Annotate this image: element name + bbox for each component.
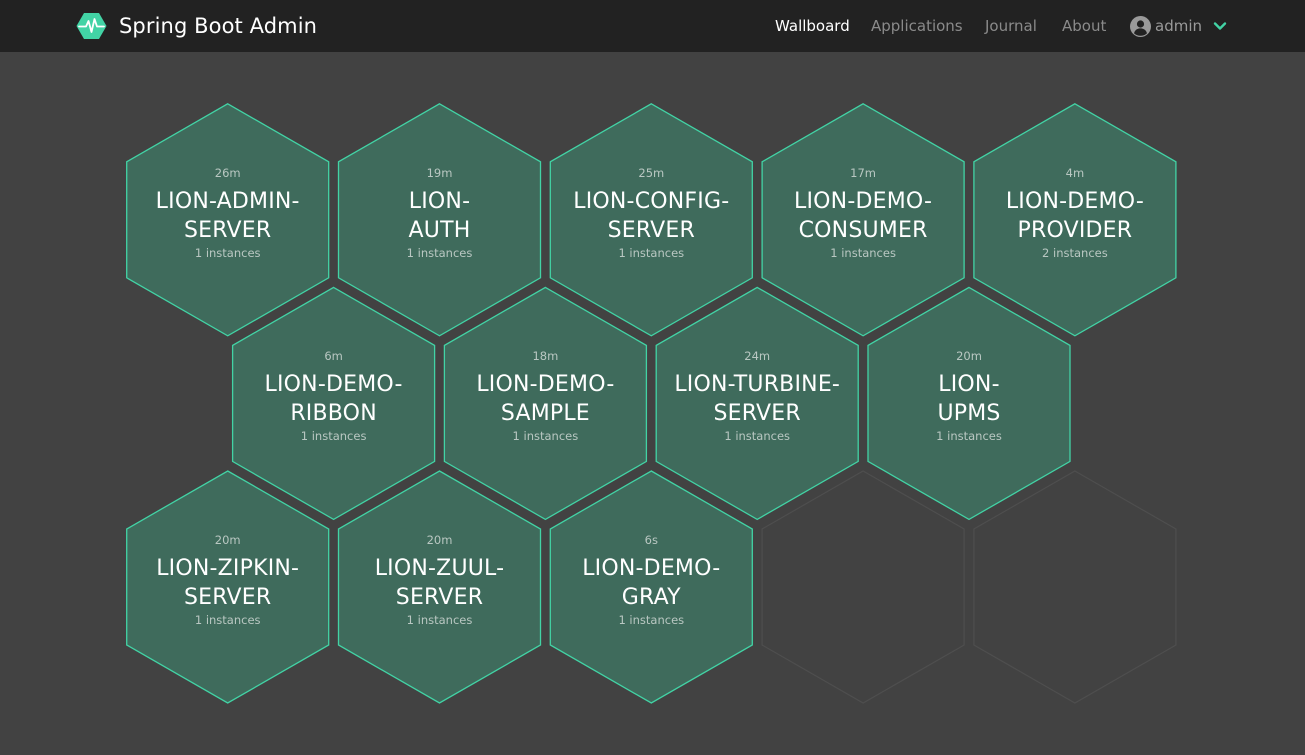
app-uptime: 20m: [426, 533, 453, 547]
app-instance-count: 1 instances: [618, 613, 685, 627]
hex-grid: [126, 103, 1177, 704]
user-circle-icon: [1130, 15, 1151, 37]
app-instance-count: 1 instances: [406, 245, 473, 260]
application-tile[interactable]: 20m LION-ZIPKIN- SERVER 1 instances: [128, 533, 328, 627]
app-uptime: 6m: [324, 349, 343, 364]
application-tile[interactable]: 6s LION-DEMO- GRAY 1 instances: [551, 533, 751, 627]
app-name: LION-TURBINE- SERVER: [674, 372, 841, 427]
application-tile[interactable]: 24m LION-TURBINE- SERVER 1 instances: [657, 349, 857, 443]
app-name: LION- UPMS: [937, 372, 1001, 427]
app-uptime: 25m: [638, 165, 665, 180]
app-name: LION-DEMO- GRAY: [582, 556, 721, 610]
brand-title: Spring Boot Admin: [119, 14, 318, 38]
app-instance-count: 1 instances: [194, 613, 261, 627]
brand-link[interactable]: Spring Boot Admin: [76, 11, 317, 41]
app-uptime: 17m: [850, 165, 877, 180]
nav-applications[interactable]: Applications: [871, 16, 963, 36]
application-tile[interactable]: 18m LION-DEMO- SAMPLE 1 instances: [445, 349, 645, 443]
chevron-down-icon: [1213, 22, 1227, 30]
app-uptime: 6s: [644, 533, 658, 547]
app-uptime: 18m: [532, 349, 559, 364]
app-instance-count: 1 instances: [194, 245, 261, 260]
application-tile[interactable]: 20m LION- UPMS 1 instances: [869, 349, 1069, 443]
nav-about[interactable]: About: [1062, 16, 1106, 36]
app-instance-count: 1 instances: [724, 429, 791, 444]
application-tile[interactable]: 26m LION-ADMIN- SERVER 1 instances: [128, 166, 328, 260]
app-uptime: 20m: [214, 533, 241, 547]
app-instance-count: 1 instances: [830, 245, 896, 260]
app-uptime: 19m: [426, 165, 453, 180]
app-uptime: 4m: [1065, 165, 1085, 180]
app-name: LION-ADMIN- SERVER: [155, 188, 300, 243]
app-name: LION-ZIPKIN- SERVER: [156, 556, 300, 610]
nav-wallboard[interactable]: Wallboard: [775, 16, 850, 36]
app-name: LION-DEMO- RIBBON: [264, 372, 403, 427]
top-navbar: Spring Boot Admin Wallboard Applications…: [0, 0, 1305, 52]
app-name: LION-ZUUL- SERVER: [374, 556, 505, 610]
user-menu[interactable]: admin: [1130, 14, 1227, 38]
wallboard: 26m LION-ADMIN- SERVER 1 instances 19m LION-…: [0, 52, 1305, 755]
app-name: LION-CONFIG- SERVER: [573, 188, 730, 243]
application-tile[interactable]: 19m LION- AUTH 1 instances: [340, 166, 540, 260]
app-uptime: 24m: [744, 349, 771, 364]
heartbeat-hexagon-icon: [76, 13, 107, 39]
app-instance-count: 1 instances: [936, 429, 1002, 444]
app-name: LION- AUTH: [408, 188, 471, 243]
nav-journal[interactable]: Journal: [985, 16, 1037, 36]
app-instance-count: 1 instances: [618, 245, 685, 260]
app-instance-count: 1 instances: [300, 429, 367, 444]
app-instance-count: 1 instances: [512, 429, 579, 444]
application-tile[interactable]: 20m LION-ZUUL- SERVER 1 instances: [340, 533, 540, 627]
empty-hex-placeholder: [973, 470, 1177, 704]
application-tile[interactable]: 25m LION-CONFIG- SERVER 1 instances: [551, 166, 751, 260]
user-name: admin: [1155, 17, 1202, 35]
application-tile[interactable]: 17m LION-DEMO- CONSUMER 1 instances: [763, 166, 963, 260]
app-uptime: 20m: [956, 349, 982, 364]
application-tile[interactable]: 6m LION-DEMO- RIBBON 1 instances: [234, 349, 434, 443]
application-tile[interactable]: 4m LION-DEMO- PROVIDER 2 instances: [975, 166, 1175, 260]
app-name: LION-DEMO- SAMPLE: [476, 372, 615, 427]
app-name: LION-DEMO- CONSUMER: [794, 188, 933, 243]
app-instance-count: 1 instances: [406, 613, 473, 627]
app-name: LION-DEMO- PROVIDER: [1005, 188, 1144, 243]
empty-hex-placeholder: [761, 470, 965, 704]
app-instance-count: 2 instances: [1042, 245, 1108, 260]
app-uptime: 26m: [214, 165, 241, 180]
